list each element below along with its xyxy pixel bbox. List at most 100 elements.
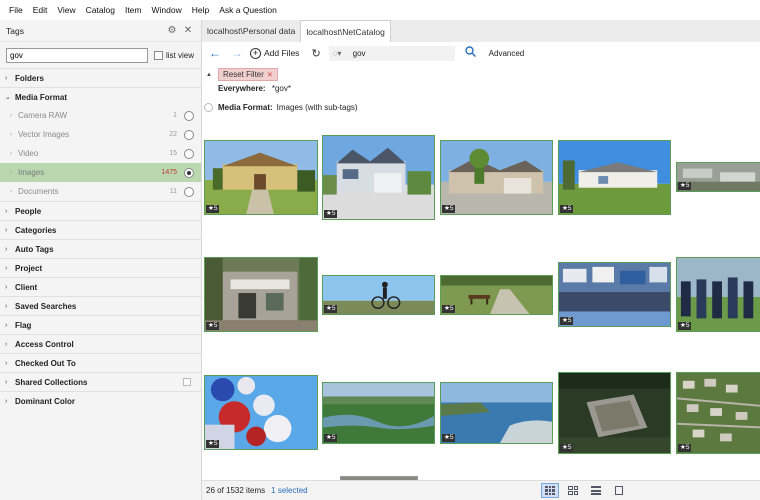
tag-video[interactable]: › Video 15 — [0, 144, 201, 163]
catalog-tabs: localhost\Personal data localhost\NetCat… — [202, 20, 760, 42]
tag-radio[interactable] — [184, 168, 194, 178]
rating-badge: ★5 — [324, 305, 338, 313]
thumbnail[interactable]: ★5 — [204, 257, 318, 332]
section-saved-searches[interactable]: › Saved Searches — [0, 296, 201, 315]
menu-window[interactable]: Window — [146, 5, 186, 15]
menu-help[interactable]: Help — [187, 5, 214, 15]
menu-file[interactable]: File — [4, 5, 28, 15]
rating-badge: ★5 — [560, 317, 574, 325]
section-project[interactable]: › Project — [0, 258, 201, 277]
collapse-caret-icon[interactable]: ▲ — [206, 72, 218, 78]
tag-camera-raw[interactable]: › Camera RAW 1 — [0, 106, 201, 125]
section-label: Dominant Color — [15, 396, 75, 406]
thumbnail[interactable]: ★5 — [558, 140, 671, 215]
thumbnail[interactable]: ★5 — [440, 382, 553, 444]
collection-icon[interactable] — [183, 378, 191, 386]
menu-edit[interactable]: Edit — [28, 5, 53, 15]
chevron-down-icon: ⌄ — [5, 94, 11, 101]
tag-label: Vector Images — [18, 130, 70, 139]
tag-search-row: list view — [0, 42, 201, 68]
selected-count[interactable]: 1 selected — [271, 486, 307, 495]
thumbnail[interactable]: ★5 — [440, 140, 553, 215]
view-list-button[interactable] — [587, 483, 605, 498]
tag-label: Video — [18, 149, 39, 158]
section-label: Media Format — [15, 92, 68, 102]
tag-documents[interactable]: › Documents 11 — [0, 182, 201, 201]
section-access-control[interactable]: › Access Control — [0, 334, 201, 353]
section-shared-collections[interactable]: › Shared Collections — [0, 372, 201, 391]
thumbnail-image — [559, 263, 670, 326]
close-icon[interactable]: ✕ — [181, 25, 195, 36]
section-client[interactable]: › Client — [0, 277, 201, 296]
chevron-right-icon: › — [5, 264, 8, 272]
thumbnail[interactable]: ★5 — [558, 262, 671, 327]
view-small-thumbnails-button[interactable] — [541, 483, 559, 498]
thumbnail-grid: ★5 ★5 ★5 ★5 ★5 ★5 ★5 ★5 ★5 ★5 ★5 ★5 ★5 ★… — [202, 120, 760, 480]
view-large-thumbnails-button[interactable] — [564, 483, 582, 498]
tag-radio[interactable] — [184, 149, 194, 159]
menu-ask-question[interactable]: Ask a Question — [214, 5, 282, 15]
thumbnail[interactable]: ★5 — [676, 372, 760, 454]
close-icon[interactable]: ✕ — [267, 71, 273, 79]
search-mode-dropdown-icon[interactable]: ◌▾ — [333, 49, 347, 58]
thumbnail[interactable]: ★5 — [322, 382, 435, 444]
section-folders[interactable]: › Folders — [0, 68, 201, 87]
thumbnail[interactable]: ★5 — [676, 162, 760, 192]
list-view-checkbox[interactable] — [154, 50, 163, 60]
thumbnail-image — [441, 141, 552, 214]
section-auto-tags[interactable]: › Auto Tags — [0, 239, 201, 258]
section-dominant-color[interactable]: › Dominant Color — [0, 391, 201, 410]
thumbnail[interactable]: ★5 — [322, 275, 435, 315]
thumbnail-image — [205, 376, 317, 449]
back-arrow-icon[interactable]: ← — [204, 46, 226, 60]
thumbnail[interactable]: ★5 — [558, 372, 671, 454]
section-label: Categories — [15, 225, 57, 235]
reset-filter-button[interactable]: Reset Filter ✕ — [218, 68, 278, 81]
rating-badge: ★5 — [678, 444, 692, 452]
media-format-value: Images (with sub-tags) — [276, 103, 358, 112]
section-media-format[interactable]: ⌄ Media Format — [0, 87, 201, 106]
thumbnail[interactable]: ★5 — [676, 257, 760, 332]
search-box[interactable]: ◌▾ gov — [328, 45, 455, 61]
tags-panel: Tags ⚙ ✕ list view › Folders ⌄ Media For… — [0, 20, 202, 500]
section-label: Checked Out To — [15, 358, 76, 368]
tag-vector-images[interactable]: › Vector Images 22 — [0, 125, 201, 144]
section-categories[interactable]: › Categories — [0, 220, 201, 239]
gear-icon[interactable]: ⚙ — [165, 25, 179, 36]
thumbnail[interactable]: ★5 — [322, 135, 435, 220]
thumbnail[interactable]: ★5 — [204, 140, 318, 215]
section-flag[interactable]: › Flag — [0, 315, 201, 334]
refresh-icon[interactable]: ↻ — [311, 47, 320, 60]
view-single-button[interactable] — [610, 483, 628, 498]
list-icon — [591, 486, 601, 495]
tab-netcatalog[interactable]: localhost\NetCatalog — [300, 20, 391, 42]
menu-view[interactable]: View — [52, 5, 80, 15]
advanced-button[interactable]: Advanced — [489, 49, 525, 58]
everywhere-label: Everywhere: — [218, 84, 266, 93]
list-view-label: list view — [166, 50, 195, 60]
tag-label: Images — [18, 168, 45, 177]
thumbnail[interactable]: ★5 — [204, 375, 318, 450]
forward-arrow-icon[interactable]: → — [226, 46, 248, 60]
search-icon[interactable] — [464, 46, 477, 60]
tag-radio[interactable] — [184, 130, 194, 140]
thumbnail[interactable]: ★5 — [440, 275, 553, 315]
everywhere-criterion: Everywhere: *gov* — [218, 84, 291, 93]
add-files-button[interactable]: + Add Files — [250, 47, 300, 59]
grid-small-icon — [545, 486, 555, 495]
plus-icon: + — [250, 47, 261, 59]
menu-catalog[interactable]: Catalog — [81, 5, 120, 15]
tag-radio[interactable] — [184, 187, 194, 197]
tag-count: 22 — [169, 131, 177, 138]
rating-badge: ★5 — [678, 322, 692, 330]
tag-radio[interactable] — [184, 111, 194, 121]
criterion-toggle-icon[interactable] — [204, 103, 213, 112]
add-files-label: Add Files — [264, 48, 300, 58]
tag-images[interactable]: › Images 1475 — [0, 163, 201, 182]
section-checked-out-to[interactable]: › Checked Out To — [0, 353, 201, 372]
tag-search-input[interactable] — [6, 47, 148, 63]
search-query[interactable]: gov — [353, 49, 366, 58]
menu-item[interactable]: Item — [120, 5, 147, 15]
section-people[interactable]: › People — [0, 201, 201, 220]
tab-personal-data[interactable]: localhost\Personal data — [202, 20, 300, 42]
